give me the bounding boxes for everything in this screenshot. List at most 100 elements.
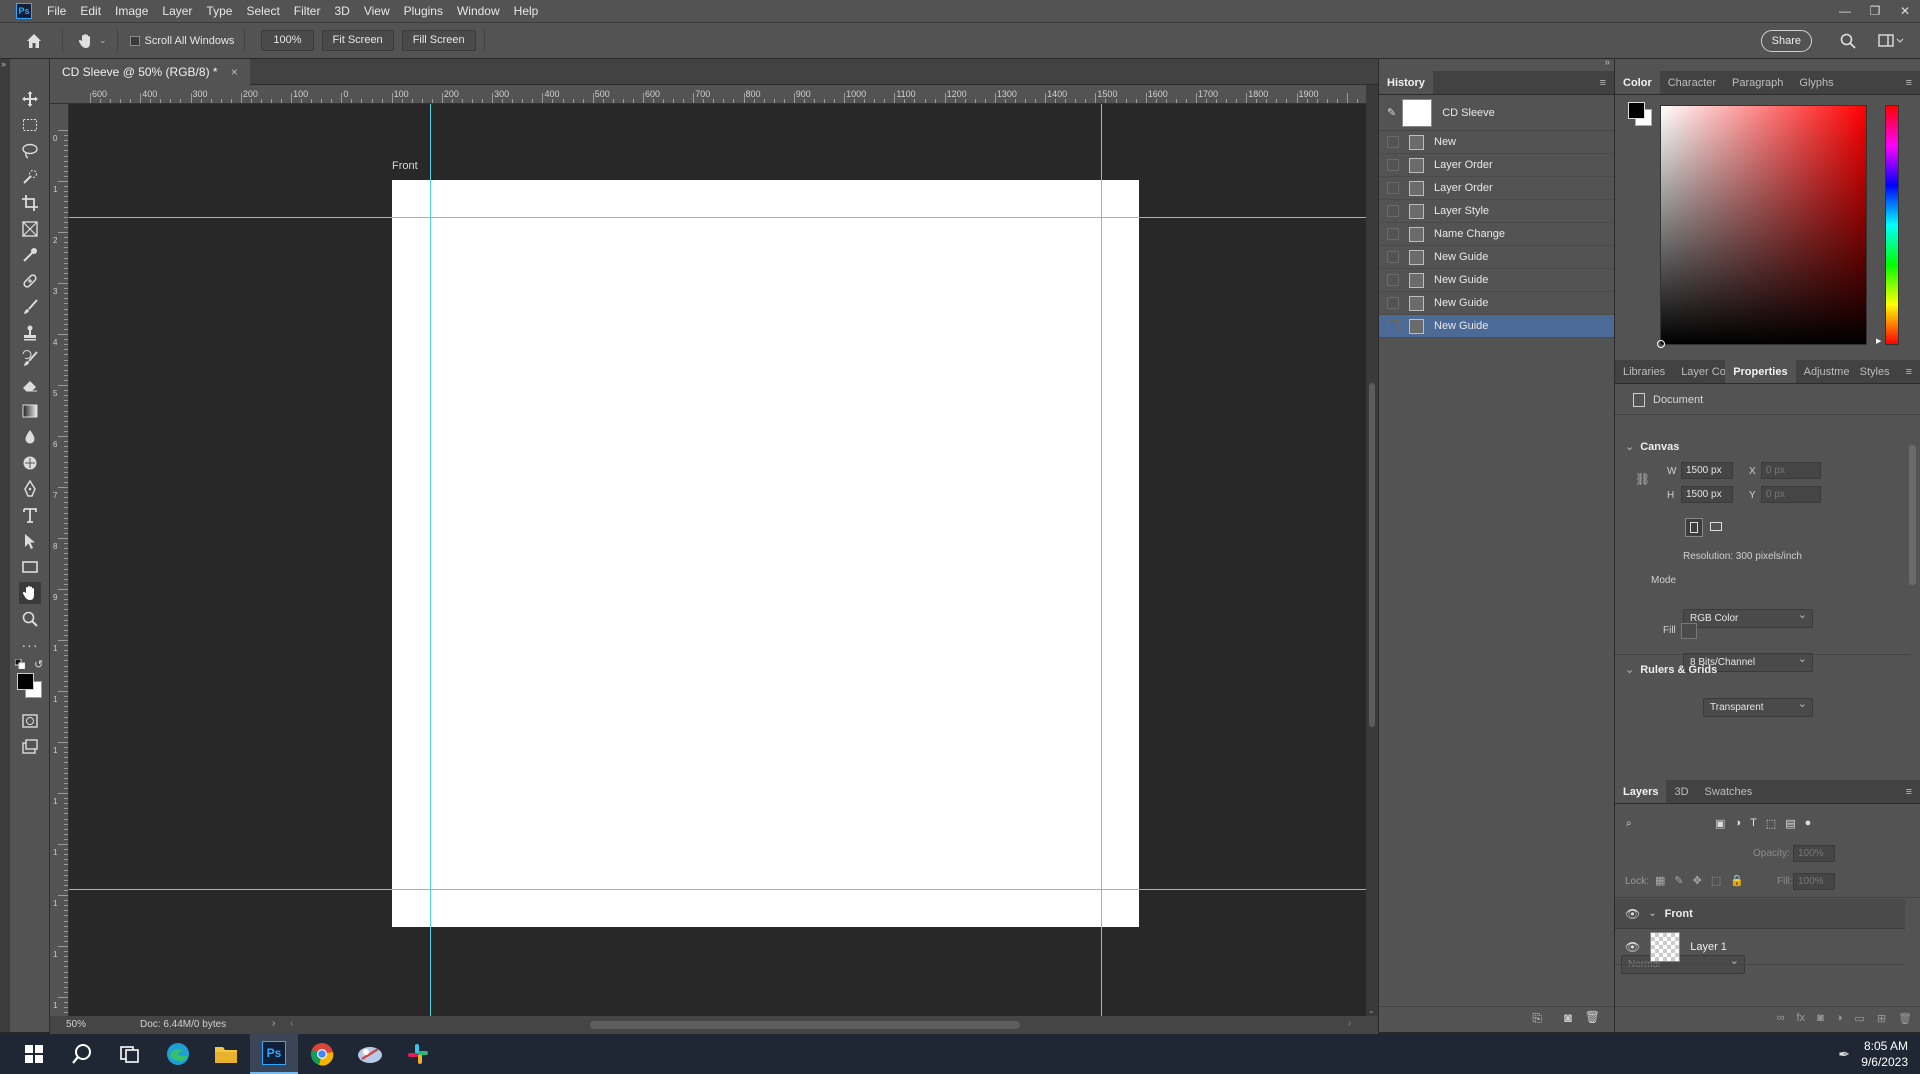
menu-layer[interactable]: Layer xyxy=(155,0,199,22)
type-filter-icon[interactable]: T xyxy=(1750,817,1757,830)
menu-type[interactable]: Type xyxy=(199,0,239,22)
more-tools-icon[interactable]: ··· xyxy=(19,634,41,656)
menu-image[interactable]: Image xyxy=(108,0,155,22)
restore-icon[interactable]: ❐ xyxy=(1860,0,1890,22)
foreground-color-swatch[interactable] xyxy=(17,673,34,690)
adjustment-layer-icon[interactable]: ◑ xyxy=(1836,1012,1843,1025)
history-item[interactable]: Layer Order xyxy=(1379,154,1614,177)
color-picker-handle[interactable] xyxy=(1657,340,1665,348)
menu-view[interactable]: View xyxy=(357,0,397,22)
fit-screen-button[interactable]: Fit Screen xyxy=(321,30,394,51)
panel-menu-icon[interactable]: ≡ xyxy=(1898,780,1920,803)
history-item[interactable]: Layer Order xyxy=(1379,177,1614,200)
new-group-icon[interactable]: ▭ xyxy=(1854,1012,1864,1025)
image-filter-icon[interactable]: ▣ xyxy=(1715,817,1725,830)
menu-edit[interactable]: Edit xyxy=(73,0,108,22)
panel-menu-icon[interactable]: ≡ xyxy=(1592,71,1614,94)
chevron-down-icon[interactable]: ⌄ xyxy=(99,35,107,46)
hand-tool-preset-icon[interactable] xyxy=(77,32,95,50)
chrome-icon[interactable] xyxy=(298,1034,346,1074)
visibility-eye-icon[interactable]: 👁 xyxy=(1625,940,1640,954)
portrait-orientation-button[interactable] xyxy=(1685,518,1703,537)
x-field[interactable]: 0 px xyxy=(1761,462,1821,479)
scroll-down-icon[interactable]: ⌄ xyxy=(1368,1006,1375,1015)
tab-3d[interactable]: 3D xyxy=(1666,780,1696,803)
height-field[interactable]: 1500 px xyxy=(1681,486,1733,503)
filter-toggle-icon[interactable]: ● xyxy=(1805,817,1812,830)
tab-history[interactable]: History xyxy=(1379,71,1433,94)
artboard-label[interactable]: Front xyxy=(392,160,418,172)
lock-all-icon[interactable]: 🔒 xyxy=(1730,874,1744,887)
zoom-100-button[interactable]: 100% xyxy=(261,30,314,51)
tab-swatches[interactable]: Swatches xyxy=(1697,780,1761,803)
menu-3d[interactable]: 3D xyxy=(327,0,356,22)
scroll-all-windows-checkbox[interactable]: Scroll All Windows xyxy=(129,35,234,47)
color-foreground-swatch[interactable] xyxy=(1628,102,1645,119)
guide-vertical[interactable] xyxy=(1101,104,1102,1016)
tab-libraries[interactable]: Libraries xyxy=(1615,360,1673,383)
new-document-from-state-icon[interactable]: ⎘ xyxy=(1532,1011,1542,1026)
quick-selection-tool-icon[interactable] xyxy=(19,166,41,188)
zoom-level[interactable]: 50% xyxy=(66,1019,86,1030)
link-layers-icon[interactable]: ∞ xyxy=(1777,1012,1785,1025)
panel-menu-icon[interactable]: ≡ xyxy=(1898,360,1920,383)
snipping-tool-icon[interactable] xyxy=(346,1034,394,1074)
blur-tool-icon[interactable] xyxy=(19,426,41,448)
tab-paragraph[interactable]: Paragraph xyxy=(1724,71,1791,94)
tab-layer-comps[interactable]: Layer Cor xyxy=(1673,360,1725,383)
slack-icon[interactable] xyxy=(394,1034,442,1074)
tab-glyphs[interactable]: Glyphs xyxy=(1791,71,1841,94)
horizontal-scroll-thumb[interactable] xyxy=(590,1021,1020,1029)
guide-horizontal[interactable] xyxy=(69,889,1366,890)
mode-dropdown[interactable]: RGB Color xyxy=(1683,607,1813,628)
type-tool-icon[interactable] xyxy=(19,504,41,526)
layer-row[interactable]: 👁 Layer 1 xyxy=(1615,929,1905,965)
shape-filter-icon[interactable]: ⬚ xyxy=(1766,817,1776,830)
rectangle-tool-icon[interactable] xyxy=(19,556,41,578)
history-item-selected[interactable]: New Guide xyxy=(1379,315,1614,338)
history-item[interactable]: New xyxy=(1379,131,1614,154)
history-item[interactable]: Name Change xyxy=(1379,223,1614,246)
brush-tool-icon[interactable] xyxy=(19,296,41,318)
menu-help[interactable]: Help xyxy=(507,0,546,22)
menu-file[interactable]: File xyxy=(40,0,73,22)
canvas-section-header[interactable]: ⌄ Canvas xyxy=(1625,440,1679,453)
tab-character[interactable]: Character xyxy=(1660,71,1724,94)
tab-color[interactable]: Color xyxy=(1615,71,1660,94)
screen-mode-icon[interactable] xyxy=(19,736,41,758)
layer-fill-field[interactable]: 100% xyxy=(1793,873,1835,890)
scroll-right-icon[interactable]: › xyxy=(1348,1018,1351,1029)
trash-icon[interactable]: 🗑 xyxy=(1585,1010,1600,1024)
menu-select[interactable]: Select xyxy=(239,0,286,22)
edge-browser-icon[interactable] xyxy=(154,1034,202,1074)
history-snapshot[interactable]: ✎ CD Sleeve xyxy=(1379,95,1614,131)
quick-mask-icon[interactable] xyxy=(19,710,41,732)
guide-horizontal[interactable] xyxy=(69,217,1366,218)
clone-stamp-tool-icon[interactable] xyxy=(19,322,41,344)
zoom-tool-icon[interactable] xyxy=(19,608,41,630)
default-colors-icon[interactable] xyxy=(15,659,25,669)
file-explorer-icon[interactable] xyxy=(202,1034,250,1074)
history-item[interactable]: Layer Style xyxy=(1379,200,1614,223)
status-menu-arrow-icon[interactable]: › xyxy=(272,1018,275,1029)
close-icon[interactable]: ✕ xyxy=(1890,0,1920,22)
minimize-icon[interactable]: — xyxy=(1830,0,1860,22)
lock-position-icon[interactable]: ✥ xyxy=(1693,874,1702,887)
fill-dropdown[interactable]: Transparent xyxy=(1703,696,1813,717)
rulers-grids-section-header[interactable]: ⌄ Rulers & Grids xyxy=(1625,663,1717,676)
move-tool-icon[interactable] xyxy=(19,88,41,110)
smart-object-filter-icon[interactable]: ▤ xyxy=(1785,817,1795,830)
collapse-panels-icon[interactable]: » xyxy=(1604,57,1610,68)
tab-layers[interactable]: Layers xyxy=(1615,780,1667,803)
photoshop-taskbar-icon[interactable]: Ps xyxy=(250,1034,298,1074)
eraser-tool-icon[interactable] xyxy=(19,374,41,396)
hand-tool-icon[interactable] xyxy=(19,582,41,604)
menu-window[interactable]: Window xyxy=(450,0,507,22)
eyedropper-tool-icon[interactable] xyxy=(19,244,41,266)
scroll-left-icon[interactable]: ‹ xyxy=(290,1018,293,1029)
dodge-tool-icon[interactable] xyxy=(19,452,41,474)
frame-tool-icon[interactable] xyxy=(19,218,41,240)
lock-artboard-icon[interactable]: ⬚ xyxy=(1711,874,1721,887)
hue-slider-handle[interactable]: ▶ xyxy=(1876,337,1881,345)
history-brush-tool-icon[interactable] xyxy=(19,348,41,370)
